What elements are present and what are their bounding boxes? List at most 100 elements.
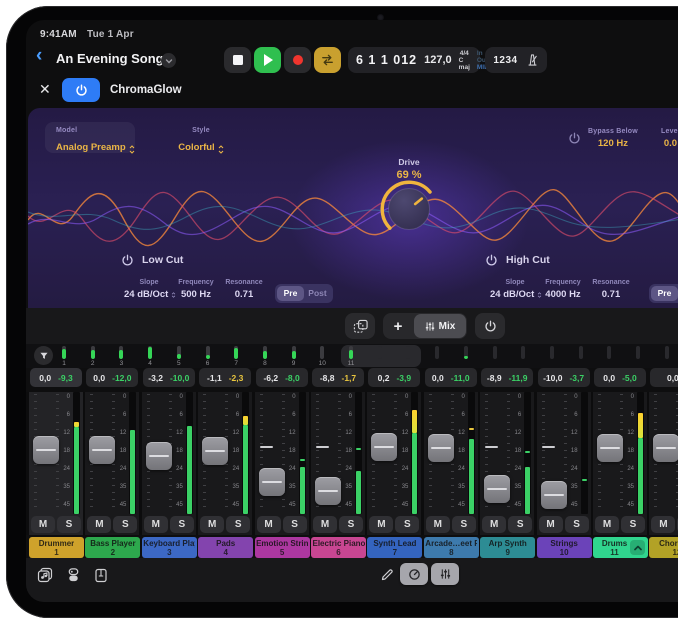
plugins-browser-icon[interactable] <box>64 566 82 584</box>
filter-button[interactable] <box>34 346 53 365</box>
track-name-tile[interactable]: Drums11 <box>593 537 648 558</box>
overview-track[interactable] <box>403 346 413 368</box>
high-cut-pre-segment[interactable]: Pre <box>651 286 678 301</box>
overview-track[interactable] <box>518 346 528 368</box>
gain-knob-view-button[interactable] <box>400 563 428 585</box>
mute-button[interactable]: M <box>539 516 563 533</box>
overview-track[interactable]: 4 <box>145 346 155 368</box>
overview-track[interactable]: 10 <box>317 346 327 368</box>
solo-button[interactable]: S <box>452 516 476 533</box>
mute-button[interactable]: M <box>313 516 337 533</box>
high-cut-power-icon[interactable] <box>485 254 498 267</box>
bypass-power-icon[interactable] <box>568 132 581 145</box>
db-readout[interactable]: -6,2-8,0 <box>256 368 308 387</box>
overview-track[interactable]: 3 <box>116 346 126 368</box>
overview-track[interactable]: 9 <box>289 346 299 368</box>
mute-button[interactable]: M <box>651 516 675 533</box>
overview-track[interactable] <box>633 346 643 368</box>
back-button[interactable]: ‹ <box>36 46 42 66</box>
solo-button[interactable]: S <box>170 516 194 533</box>
lcd-display[interactable]: 6 1 1 012 127,0 4/4 C maj In Out MIDI <box>348 47 480 73</box>
mute-button[interactable]: M <box>87 516 111 533</box>
fader-handle[interactable] <box>653 434 678 462</box>
fader-handle[interactable] <box>315 477 341 505</box>
db-readout[interactable]: 0,2-3,9 <box>368 368 420 387</box>
keyboard-icon[interactable] <box>92 566 110 584</box>
overview-track[interactable] <box>461 346 471 368</box>
style-selector[interactable]: Style Colorful <box>166 127 236 155</box>
db-readout[interactable]: 0,0-11,0 <box>425 368 477 387</box>
solo-button[interactable]: S <box>57 516 81 533</box>
cycle-button[interactable] <box>314 47 341 73</box>
low-cut-frequency[interactable]: Frequency 500 Hz <box>174 279 218 300</box>
add-button[interactable]: + <box>383 313 413 339</box>
track-name-tile[interactable]: Arp Synth9 <box>480 537 535 558</box>
fader-handle[interactable] <box>89 436 115 464</box>
record-button[interactable] <box>284 47 311 73</box>
overview-track[interactable] <box>490 346 500 368</box>
track-name-tile[interactable]: Chorus V12 <box>649 537 678 558</box>
track-name-tile[interactable]: Pads4 <box>198 537 253 558</box>
db-readout[interactable]: 0,0 <box>650 368 678 387</box>
overview-track[interactable]: 11 <box>346 346 356 368</box>
level-control[interactable]: Level 0.0 <box>661 128 678 149</box>
overview-track[interactable]: 7 <box>231 346 241 368</box>
drive-knob[interactable] <box>377 177 441 241</box>
plugin-power-button[interactable] <box>62 78 100 102</box>
solo-button[interactable]: S <box>113 516 137 533</box>
close-plugin-icon[interactable]: ✕ <box>39 81 51 98</box>
solo-button[interactable]: S <box>395 516 419 533</box>
solo-button[interactable]: S <box>339 516 363 533</box>
track-name-tile[interactable]: Emotion Strings5 <box>255 537 310 558</box>
track-name-tile[interactable]: Strings10 <box>537 537 592 558</box>
low-cut-pre-segment[interactable]: Pre <box>277 286 304 301</box>
fader-handle[interactable] <box>202 437 228 465</box>
track-name-tile[interactable]: Electric Piano6 <box>311 537 366 558</box>
track-name-tile[interactable]: Drummer1 <box>29 537 84 558</box>
solo-button[interactable]: S <box>565 516 589 533</box>
count-in-button[interactable]: 1234 <box>493 55 517 66</box>
high-cut-resonance[interactable]: Resonance 0.71 <box>588 279 634 300</box>
overview-track[interactable] <box>375 346 385 368</box>
fader-handle[interactable] <box>371 433 397 461</box>
low-cut-slope[interactable]: Slope 24 dB/Oct <box>124 279 174 300</box>
bypass-below-control[interactable]: Bypass Below 120 Hz <box>588 128 638 149</box>
stop-button[interactable] <box>224 47 251 73</box>
overview-track[interactable] <box>432 346 442 368</box>
play-button[interactable] <box>254 47 281 73</box>
overview-track[interactable]: 1 <box>59 346 69 368</box>
db-readout[interactable]: 0,0-5,0 <box>594 368 646 387</box>
loop-browser-icon[interactable] <box>36 566 54 584</box>
mute-button[interactable]: M <box>200 516 224 533</box>
faders-view-button[interactable] <box>431 563 459 585</box>
collapse-chevron-up-button[interactable] <box>630 540 645 555</box>
edit-pencil-icon[interactable] <box>378 566 396 584</box>
db-readout[interactable]: -1,1-2,3 <box>199 368 251 387</box>
db-readout[interactable]: -10,0-3,7 <box>538 368 590 387</box>
mute-button[interactable]: M <box>31 516 55 533</box>
overview-track[interactable] <box>576 346 586 368</box>
db-readout[interactable]: -8,8-1,7 <box>312 368 364 387</box>
solo-button[interactable]: S <box>621 516 645 533</box>
mute-button[interactable]: M <box>426 516 450 533</box>
mixer-power-button[interactable] <box>475 313 505 339</box>
mute-button[interactable]: M <box>369 516 393 533</box>
fader-handle[interactable] <box>146 442 172 470</box>
overview-track[interactable] <box>662 346 672 368</box>
db-readout[interactable]: -8,9-11,9 <box>481 368 533 387</box>
fader-handle[interactable] <box>33 436 59 464</box>
overview-track[interactable]: 2 <box>88 346 98 368</box>
overview-track[interactable] <box>547 346 557 368</box>
overview-track[interactable]: 8 <box>260 346 270 368</box>
low-cut-post-segment[interactable]: Post <box>304 286 331 301</box>
fader-handle[interactable] <box>484 475 510 503</box>
mute-button[interactable]: M <box>144 516 168 533</box>
low-cut-resonance[interactable]: Resonance 0.71 <box>221 279 267 300</box>
db-readout[interactable]: 0,0-9,3 <box>30 368 82 387</box>
track-name-tile[interactable]: Arcade…eet Pad8 <box>424 537 479 558</box>
mix-view-button[interactable]: Mix <box>414 314 466 338</box>
high-cut-frequency[interactable]: Frequency 4000 Hz <box>541 279 585 300</box>
low-cut-power-icon[interactable] <box>121 254 134 267</box>
overview-track[interactable]: 6 <box>203 346 213 368</box>
fader-handle[interactable] <box>259 468 285 496</box>
